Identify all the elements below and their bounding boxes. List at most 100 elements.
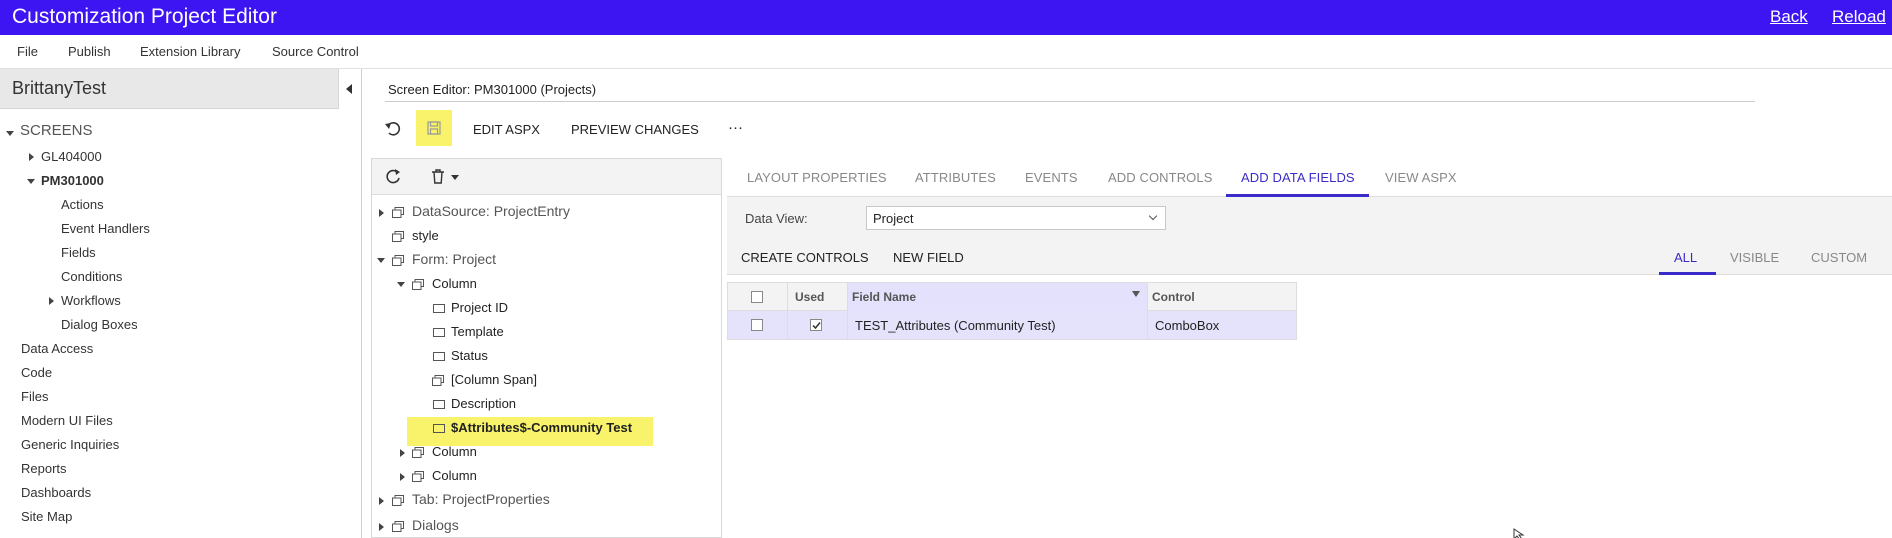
edit-aspx-button[interactable]: EDIT ASPX [473,122,540,137]
nav-gl404000[interactable]: GL404000 [41,149,102,164]
menu-publish[interactable]: Publish [68,44,111,59]
nav-actions[interactable]: Actions [61,197,104,212]
nav-screens[interactable]: SCREENS [20,122,93,139]
back-link[interactable]: Back [1770,7,1808,27]
mouse-cursor-icon [1513,528,1525,538]
menu-extension-library[interactable]: Extension Library [140,44,240,59]
nav-pm301000[interactable]: PM301000 [41,173,104,188]
expand-column-icon[interactable] [400,473,405,481]
container-icon [392,231,404,242]
expand-workflows-icon[interactable] [49,297,54,305]
delete-button[interactable] [431,169,459,187]
expand-pm301000-icon[interactable] [27,179,35,184]
tree-node-status[interactable]: Status [451,348,488,363]
nav-dialog-boxes[interactable]: Dialog Boxes [61,317,138,332]
nav-event-handlers[interactable]: Event Handlers [61,221,150,236]
tree-node-column-span[interactable]: [Column Span] [451,372,537,387]
tree-node-project-id[interactable]: Project ID [451,300,508,315]
active-filter-underline [1659,272,1716,275]
header-control[interactable]: Control [1152,290,1195,304]
header-used[interactable]: Used [795,290,824,304]
collapse-panel-button[interactable] [338,69,361,109]
nav-workflows[interactable]: Workflows [61,293,121,308]
tree-node-form[interactable]: Form: Project [412,251,496,267]
column-divider [787,283,788,339]
cell-control: ComboBox [1155,318,1220,333]
used-checkbox[interactable] [810,319,822,331]
create-controls-button[interactable]: CREATE CONTROLS [741,250,869,265]
expand-screens-icon[interactable] [6,131,14,136]
control-tree-panel: DataSource: ProjectEntry style Form: Pro… [371,158,722,538]
container-icon [392,255,404,266]
tree-toolbar [372,159,721,195]
expand-datasource-icon[interactable] [379,209,384,217]
container-icon [412,471,424,482]
undo-button[interactable] [384,120,402,141]
nav-data-access[interactable]: Data Access [21,341,93,356]
expand-tab-icon[interactable] [379,497,384,505]
tree-node-column-2[interactable]: Column [432,444,477,459]
save-button[interactable] [416,110,452,146]
row-select-checkbox[interactable] [751,319,763,331]
filter-visible[interactable]: VISIBLE [1730,250,1779,265]
header-field-name[interactable]: Field Name [852,290,916,304]
tree-node-column[interactable]: Column [432,276,477,291]
nav-fields[interactable]: Fields [61,245,96,260]
field-icon [433,424,445,433]
data-fields-grid: Used Field Name Control TEST_Attributes … [727,282,1297,340]
field-icon [433,352,445,361]
chevron-down-icon [1148,211,1158,221]
refresh-icon [386,169,400,184]
reload-link[interactable]: Reload [1832,7,1886,27]
nav-reports[interactable]: Reports [21,461,67,476]
container-icon [392,207,404,218]
table-row[interactable]: TEST_Attributes (Community Test) ComboBo… [728,311,1296,339]
cell-field-name: TEST_Attributes (Community Test) [855,318,1056,333]
collapse-form-icon[interactable] [377,258,385,263]
filter-all[interactable]: ALL [1674,250,1697,265]
more-actions-button[interactable]: ··· [728,119,743,136]
tab-add-controls[interactable]: ADD CONTROLS [1108,170,1213,185]
preview-changes-button[interactable]: PREVIEW CHANGES [571,122,699,137]
menu-bar: File Publish Extension Library Source Co… [0,35,1892,69]
collapse-left-icon [346,84,352,94]
nav-dashboards[interactable]: Dashboards [21,485,91,500]
tree-node-tab[interactable]: Tab: ProjectProperties [412,491,550,507]
refresh-button[interactable] [385,168,402,188]
select-all-checkbox[interactable] [751,291,763,303]
nav-site-map[interactable]: Site Map [21,509,72,524]
nav-code[interactable]: Code [21,365,52,380]
tab-view-aspx[interactable]: VIEW ASPX [1385,170,1457,185]
tree-node-template[interactable]: Template [451,324,504,339]
tree-node-attributes-community-test[interactable]: $Attributes$-Community Test [451,420,632,435]
trash-icon [432,169,444,184]
container-icon [432,375,444,386]
expand-dialogs-icon[interactable] [379,523,384,531]
filter-icon[interactable] [1132,291,1140,297]
collapse-column-icon[interactable] [397,282,405,287]
filter-custom[interactable]: CUSTOM [1811,250,1867,265]
tree-node-dialogs[interactable]: Dialogs [412,517,459,533]
undo-icon [385,122,401,136]
tab-layout-properties[interactable]: LAYOUT PROPERTIES [747,170,887,185]
menu-file[interactable]: File [17,44,38,59]
title-bar: Customization Project Editor Back Reload [0,0,1892,35]
tree-node-datasource[interactable]: DataSource: ProjectEntry [412,203,570,219]
expand-column-icon[interactable] [400,449,405,457]
nav-files[interactable]: Files [21,389,48,404]
tab-add-data-fields[interactable]: ADD DATA FIELDS [1241,170,1355,185]
tree-node-column-3[interactable]: Column [432,468,477,483]
nav-generic-inquiries[interactable]: Generic Inquiries [21,437,119,452]
nav-modern-ui-files[interactable]: Modern UI Files [21,413,113,428]
data-view-select[interactable]: Project [866,206,1166,230]
column-divider [1147,283,1148,339]
tree-node-description[interactable]: Description [451,396,516,411]
expand-gl404000-icon[interactable] [29,153,34,161]
new-field-button[interactable]: NEW FIELD [893,250,964,265]
tree-node-style[interactable]: style [412,228,439,243]
menu-source-control[interactable]: Source Control [272,44,359,59]
tab-events[interactable]: EVENTS [1025,170,1078,185]
tab-attributes[interactable]: ATTRIBUTES [915,170,996,185]
container-icon [392,495,404,506]
nav-conditions[interactable]: Conditions [61,269,122,284]
